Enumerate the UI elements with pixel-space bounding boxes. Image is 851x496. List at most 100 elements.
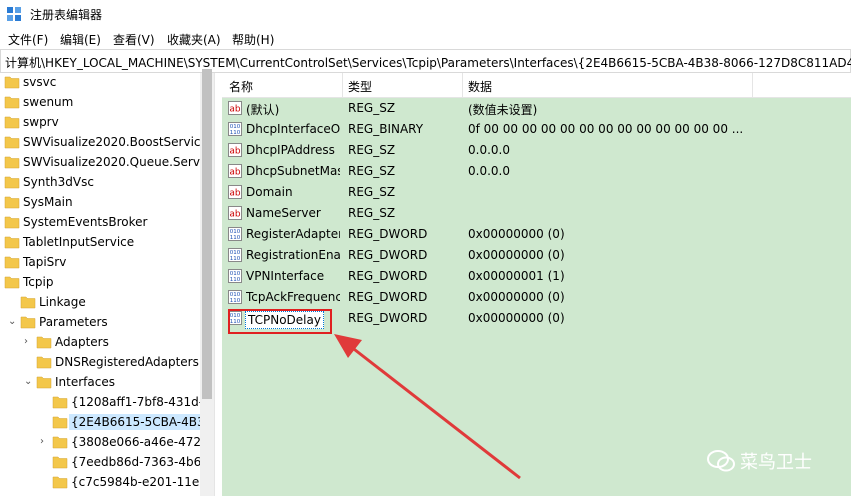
binary-value-icon: 010110 xyxy=(228,227,242,241)
value-name: DhcpInterfaceOptions xyxy=(246,122,340,136)
folder-icon xyxy=(20,296,36,309)
tree-item-label: Tcpip xyxy=(23,275,54,289)
menu-help[interactable]: 帮助(H) xyxy=(232,31,274,48)
list-row[interactable]: ab DhcpSubnetMask REG_SZ 0.0.0.0 xyxy=(222,161,851,182)
folder-icon xyxy=(4,116,20,129)
menu-file[interactable]: 文件(F) xyxy=(8,31,48,48)
folder-icon xyxy=(36,336,52,349)
tree-item-label: DNSRegisteredAdapters xyxy=(55,355,199,369)
watermark-label: 菜鸟卫士 xyxy=(740,452,812,473)
svg-text:ab: ab xyxy=(229,189,241,199)
address-path: 计算机\HKEY_LOCAL_MACHINE\SYSTEM\CurrentCon… xyxy=(5,56,851,70)
string-value-icon: ab xyxy=(228,143,242,157)
binary-value-icon: 010110 xyxy=(228,248,242,262)
tree-item-label: SWVisualize2020.Queue.Server xyxy=(23,155,213,169)
chevron-right-icon[interactable]: › xyxy=(24,336,34,348)
chevron-down-icon[interactable]: ⌄ xyxy=(24,376,34,388)
column-name[interactable]: 名称 xyxy=(229,78,253,95)
column-data[interactable]: 数据 xyxy=(468,78,492,95)
chevron-right-icon[interactable]: › xyxy=(40,436,50,448)
folder-icon xyxy=(36,376,52,389)
menu-favorites[interactable]: 收藏夹(A) xyxy=(167,31,221,48)
list-row[interactable]: ab NameServer REG_SZ xyxy=(222,203,851,224)
svg-text:ab: ab xyxy=(229,210,241,220)
folder-icon xyxy=(4,236,20,249)
tree-item-label: {2E4B6615-5CBA-4B38 xyxy=(69,414,214,430)
selected-value-name[interactable]: TCPNoDelay xyxy=(245,311,324,329)
svg-text:110: 110 xyxy=(230,130,241,136)
key-tree[interactable]: svsvc swenum swprv SWVisualize2020.BoostSer… xyxy=(0,73,215,496)
address-bar[interactable]: 计算机\HKEY_LOCAL_MACHINE\SYSTEM\CurrentCon… xyxy=(0,49,851,73)
folder-icon xyxy=(4,136,20,149)
folder-icon xyxy=(52,396,68,409)
value-name: NameServer xyxy=(246,206,321,220)
list-row[interactable]: 010 110 TcpAckFrequency REG_DWORD 0x00000000… xyxy=(222,287,851,308)
tree-scrollbar[interactable] xyxy=(200,69,214,496)
tree-item-label: TapiSrv xyxy=(23,255,67,269)
value-name: DhcpSubnetMask xyxy=(246,164,340,178)
value-data: 0.0.0.0 xyxy=(468,164,510,178)
value-type: REG_SZ xyxy=(348,143,396,157)
value-type: REG_SZ xyxy=(348,185,396,199)
folder-icon xyxy=(4,216,20,229)
value-name: (默认) xyxy=(246,103,280,117)
value-type: REG_SZ xyxy=(348,101,396,115)
tree-item-label: {7eedb86d-7363-4b68 xyxy=(71,455,209,469)
menu-bar: 文件(F) 编辑(E) 查看(V) 收藏夹(A) 帮助(H) xyxy=(0,28,851,48)
value-type: REG_SZ xyxy=(348,206,396,220)
window-title: 注册表编辑器 xyxy=(30,8,103,22)
binary-value-icon: 010110 xyxy=(228,290,242,304)
list-row[interactable]: 010110 DhcpInterfaceOptions REG_BINARY 0f 0… xyxy=(222,119,851,140)
menu-edit[interactable]: 编辑(E) xyxy=(60,31,101,48)
svg-text:ab: ab xyxy=(229,168,241,178)
tree-item-label: Linkage xyxy=(39,295,86,309)
tree-item-label: TabletInputService xyxy=(23,235,135,249)
value-data: 0x00000000 (0) xyxy=(468,248,565,262)
folder-icon xyxy=(4,96,20,109)
column-separator[interactable] xyxy=(462,73,463,97)
list-row[interactable]: ab Domain REG_SZ xyxy=(222,182,851,203)
value-type: REG_DWORD xyxy=(348,269,428,283)
title-bar: 注册表编辑器 xyxy=(0,0,851,28)
folder-icon xyxy=(52,456,68,469)
value-type: REG_BINARY xyxy=(348,122,424,136)
tree-item-label: SWVisualize2020.BoostService xyxy=(23,135,208,149)
list-row[interactable]: 010110 RegisterAdapterName REG_DWORD 0x0000… xyxy=(222,224,851,245)
folder-icon xyxy=(52,476,68,489)
svg-text:110: 110 xyxy=(230,235,241,241)
string-value-icon: ab xyxy=(228,206,242,220)
chevron-down-icon[interactable]: ⌄ xyxy=(0,276,2,288)
tree-item-label: Parameters xyxy=(39,315,108,329)
folder-icon xyxy=(4,176,20,189)
tree-scrollbar-thumb[interactable] xyxy=(202,69,212,399)
string-value-icon: ab xyxy=(228,101,242,115)
value-type: REG_DWORD xyxy=(348,311,428,325)
list-row[interactable]: 010 110 VPNInterface REG_DWORD 0x00000001 (1… xyxy=(222,266,851,287)
tree-item-label: swprv xyxy=(23,115,59,129)
svg-text:110: 110 xyxy=(230,298,241,304)
value-type: REG_DWORD xyxy=(348,248,428,262)
string-value-icon: ab xyxy=(228,185,242,199)
column-separator[interactable] xyxy=(752,73,753,97)
column-separator[interactable] xyxy=(342,73,343,97)
folder-icon xyxy=(4,196,20,209)
menu-view[interactable]: 查看(V) xyxy=(113,31,155,48)
folder-icon xyxy=(4,156,20,169)
value-type: REG_DWORD xyxy=(348,227,428,241)
folder-icon xyxy=(36,356,52,369)
chevron-down-icon[interactable]: ⌄ xyxy=(8,316,18,328)
registry-editor-icon xyxy=(7,7,21,21)
tree-item-label: Interfaces xyxy=(55,375,115,389)
column-type[interactable]: 类型 xyxy=(348,78,372,95)
folder-icon xyxy=(20,316,36,329)
svg-text:110: 110 xyxy=(230,256,241,262)
list-row[interactable]: 010110 RegistrationEnabled REG_DWORD 0x0000… xyxy=(222,245,851,266)
tree-item-label: {c7c5984b-e201-11e9- xyxy=(71,475,212,489)
folder-icon xyxy=(52,416,68,429)
value-name: VPNInterface xyxy=(246,269,325,283)
watermark: 菜鸟卫士 xyxy=(700,446,840,476)
list-row[interactable]: ab (默认) REG_SZ (数值未设置) xyxy=(222,98,851,119)
value-type: REG_DWORD xyxy=(348,290,428,304)
value-list[interactable]: 名称 类型 数据 ab (默认) REG_SZ (数值未设置) 010 110 DhcpIn… xyxy=(222,73,851,496)
list-row[interactable]: ab DhcpIPAddress REG_SZ 0.0.0.0 xyxy=(222,140,851,161)
